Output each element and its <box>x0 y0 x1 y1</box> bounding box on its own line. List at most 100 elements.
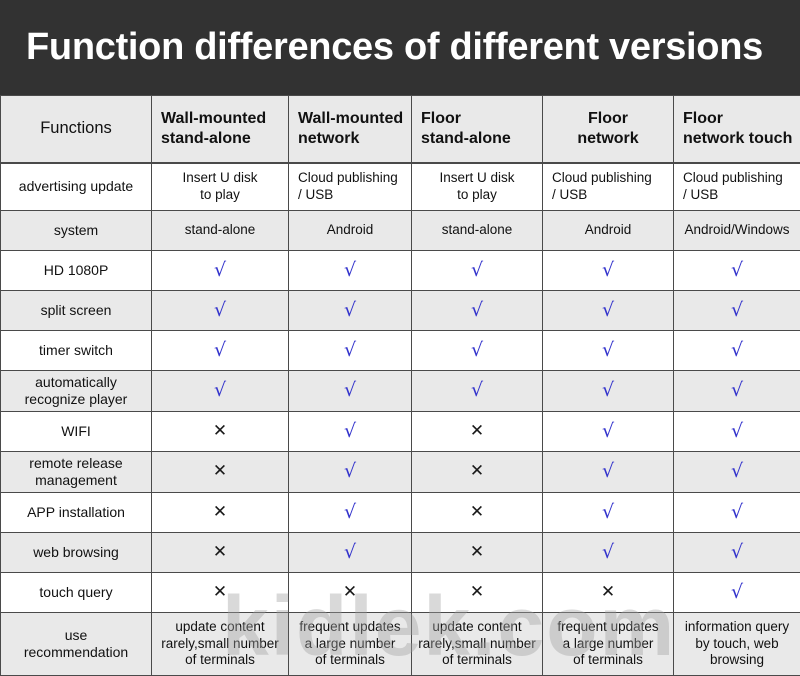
check-icon: √ <box>471 261 483 280</box>
table-row: touch query✕✕✕✕√ <box>1 573 800 613</box>
check-icon: √ <box>344 381 356 400</box>
cross-icon: ✕ <box>470 423 484 440</box>
column-header-floor-network-touch: Floor network touch <box>674 96 800 163</box>
cross-mark-cell: ✕ <box>152 452 289 493</box>
row-label: use recommendation <box>1 613 152 676</box>
check-mark-cell: √ <box>412 291 543 331</box>
cross-icon: ✕ <box>213 544 227 561</box>
check-icon: √ <box>602 543 614 562</box>
check-mark-cell: √ <box>152 331 289 371</box>
check-icon: √ <box>602 261 614 280</box>
row-label: APP installation <box>1 493 152 533</box>
check-mark-cell: √ <box>289 251 412 291</box>
check-icon: √ <box>344 301 356 320</box>
page-title: Function differences of different versio… <box>26 26 763 69</box>
check-icon: √ <box>731 503 743 522</box>
cross-mark-cell: ✕ <box>152 493 289 533</box>
check-icon: √ <box>731 341 743 360</box>
check-mark-cell: √ <box>674 371 800 412</box>
check-mark-cell: √ <box>152 291 289 331</box>
check-mark-cell: √ <box>543 251 674 291</box>
column-header-wall-mounted-stand-alone: Wall-mounted stand-alone <box>152 96 289 163</box>
row-label: automatically recognize player <box>1 371 152 412</box>
table-cell: Android <box>289 211 412 251</box>
check-mark-cell: √ <box>674 493 800 533</box>
table-row: systemstand-aloneAndroidstand-aloneAndro… <box>1 211 800 251</box>
table-cell: Cloud publishing / USB <box>543 163 674 211</box>
check-icon: √ <box>471 301 483 320</box>
check-icon: √ <box>602 462 614 481</box>
column-header-wall-mounted-network: Wall-mounted network <box>289 96 412 163</box>
column-header-functions: Functions <box>1 96 152 163</box>
row-label: web browsing <box>1 533 152 573</box>
cross-mark-cell: ✕ <box>412 452 543 493</box>
check-mark-cell: √ <box>543 452 674 493</box>
table-cell: frequent updates a large number of termi… <box>289 613 412 676</box>
check-icon: √ <box>344 422 356 441</box>
check-mark-cell: √ <box>152 371 289 412</box>
table-row: APP installation ✕ √ ✕ √ √ <box>1 493 800 533</box>
check-mark-cell: √ <box>289 412 412 452</box>
check-icon: √ <box>602 301 614 320</box>
check-mark-cell: √ <box>289 331 412 371</box>
column-header-floor-stand-alone: Floor stand-alone <box>412 96 543 163</box>
check-icon: √ <box>602 503 614 522</box>
table-row: advertising updateInsert U disk to playC… <box>1 163 800 211</box>
check-mark-cell: √ <box>289 493 412 533</box>
check-mark-cell: √ <box>543 371 674 412</box>
check-icon: √ <box>214 301 226 320</box>
table-cell: Android/Windows <box>674 211 800 251</box>
check-mark-cell: √ <box>412 251 543 291</box>
table-cell: Cloud publishing / USB <box>674 163 800 211</box>
table-header-row: Functions Wall-mounted stand-alone Wall-… <box>1 96 800 163</box>
cross-icon: ✕ <box>213 584 227 601</box>
check-mark-cell: √ <box>543 533 674 573</box>
cross-mark-cell: ✕ <box>412 573 543 613</box>
column-header-floor-network: Floor network <box>543 96 674 163</box>
check-mark-cell: √ <box>674 331 800 371</box>
cross-icon: ✕ <box>343 584 357 601</box>
check-icon: √ <box>602 341 614 360</box>
title-banner: Function differences of different versio… <box>0 0 800 95</box>
check-icon: √ <box>471 341 483 360</box>
check-icon: √ <box>344 543 356 562</box>
table-body: advertising updateInsert U disk to playC… <box>1 163 800 676</box>
cross-icon: ✕ <box>470 504 484 521</box>
cross-mark-cell: ✕ <box>152 533 289 573</box>
check-mark-cell: √ <box>543 331 674 371</box>
check-mark-cell: √ <box>674 251 800 291</box>
cross-icon: ✕ <box>213 463 227 480</box>
check-mark-cell: √ <box>674 533 800 573</box>
check-icon: √ <box>731 422 743 441</box>
table-cell: update content rarely,small number of te… <box>152 613 289 676</box>
cross-icon: ✕ <box>470 463 484 480</box>
check-icon: √ <box>602 381 614 400</box>
cross-mark-cell: ✕ <box>152 412 289 452</box>
cross-icon: ✕ <box>213 504 227 521</box>
cross-mark-cell: ✕ <box>412 533 543 573</box>
cross-mark-cell: ✕ <box>412 493 543 533</box>
check-mark-cell: √ <box>152 251 289 291</box>
row-label: WIFI <box>1 412 152 452</box>
cross-icon: ✕ <box>470 544 484 561</box>
cross-mark-cell: ✕ <box>543 573 674 613</box>
check-icon: √ <box>731 462 743 481</box>
cross-mark-cell: ✕ <box>152 573 289 613</box>
check-icon: √ <box>731 301 743 320</box>
check-mark-cell: √ <box>543 291 674 331</box>
check-mark-cell: √ <box>674 573 800 613</box>
table-row: web browsing ✕ √ ✕ √ √ <box>1 533 800 573</box>
table-cell: update content rarely,small number of te… <box>412 613 543 676</box>
table-row: split screen √ √ √ √ √ <box>1 291 800 331</box>
row-label: split screen <box>1 291 152 331</box>
check-mark-cell: √ <box>289 291 412 331</box>
row-label: system <box>1 211 152 251</box>
check-icon: √ <box>602 422 614 441</box>
check-icon: √ <box>471 381 483 400</box>
table-row: automatically recognize player√√√√√ <box>1 371 800 412</box>
check-mark-cell: √ <box>674 412 800 452</box>
check-icon: √ <box>214 341 226 360</box>
comparison-chart-page: Function differences of different versio… <box>0 0 800 662</box>
check-mark-cell: √ <box>289 452 412 493</box>
check-mark-cell: √ <box>412 371 543 412</box>
